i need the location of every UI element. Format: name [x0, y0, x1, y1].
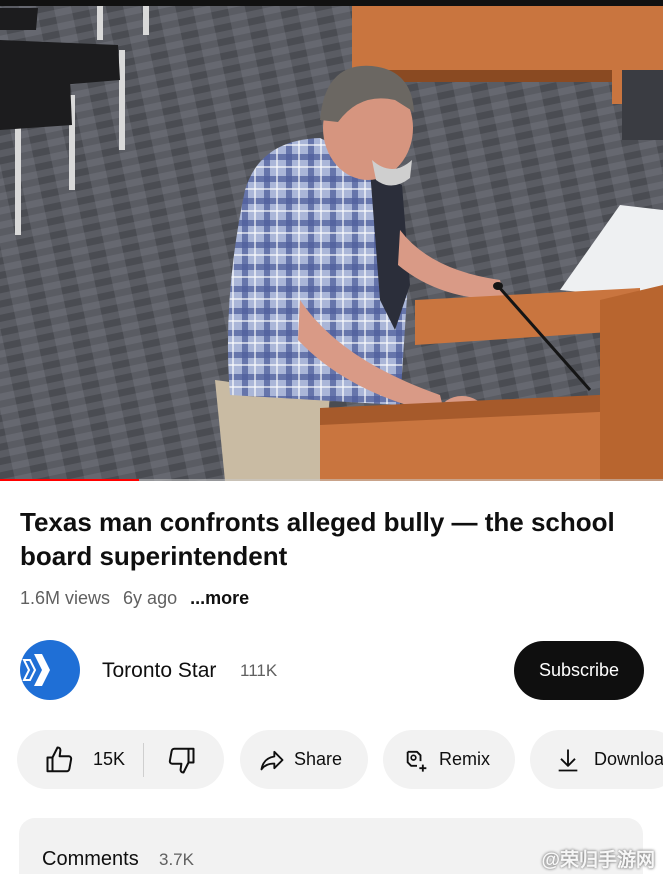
- share-icon: [260, 750, 284, 770]
- comments-label: Comments: [42, 848, 139, 870]
- remix-icon: [406, 750, 427, 772]
- progress-fill: [0, 479, 140, 481]
- like-count: 15K: [93, 749, 126, 769]
- video-title[interactable]: Texas man confronts alleged bully — the …: [20, 505, 640, 573]
- thumbs-up-icon: [46, 746, 73, 772]
- dislike-button[interactable]: [144, 730, 196, 789]
- toronto-star-logo-icon: [22, 654, 50, 686]
- video-player[interactable]: [0, 0, 663, 481]
- like-button[interactable]: 15K: [17, 730, 125, 789]
- progress-bar[interactable]: [0, 479, 663, 481]
- subscriber-count: 111K: [240, 661, 278, 680]
- download-button[interactable]: Downloa: [530, 730, 663, 789]
- comments-count: 3.7K: [159, 850, 194, 869]
- more-link[interactable]: ...more: [190, 588, 249, 608]
- upload-age: 6y ago: [123, 588, 178, 608]
- download-label: Downloa: [594, 749, 663, 769]
- thumbs-down-icon: [168, 747, 195, 773]
- share-button[interactable]: Share: [240, 730, 368, 789]
- share-label: Share: [294, 749, 343, 769]
- remix-label: Remix: [439, 749, 491, 769]
- subscribe-button[interactable]: Subscribe: [514, 641, 644, 700]
- view-count: 1.6M views: [20, 588, 111, 608]
- channel-avatar[interactable]: [20, 640, 80, 700]
- video-meta[interactable]: 1.6M views 6y ago ...more: [20, 588, 257, 609]
- download-icon: [558, 749, 578, 771]
- channel-name[interactable]: Toronto Star: [102, 659, 216, 683]
- watermark-text: @荣归手游网: [541, 850, 655, 871]
- remix-button[interactable]: Remix: [383, 730, 515, 789]
- video-frame: [0, 0, 663, 481]
- like-dislike-group: 15K: [17, 730, 224, 789]
